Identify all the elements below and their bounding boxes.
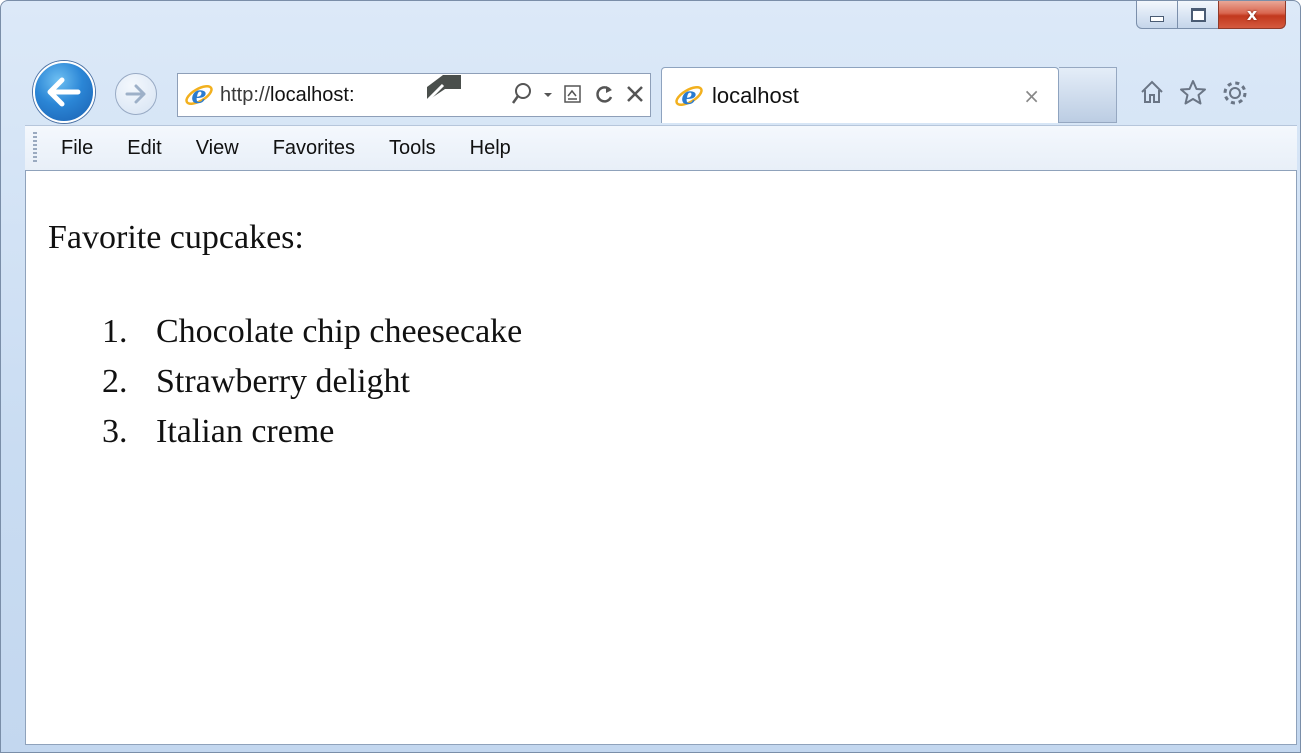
window-caption-buttons: x xyxy=(1136,1,1286,31)
menu-file[interactable]: File xyxy=(61,137,93,160)
gear-icon[interactable] xyxy=(1221,79,1249,107)
back-button[interactable] xyxy=(33,61,95,123)
favorites-star-icon[interactable] xyxy=(1179,79,1207,105)
search-icon[interactable] xyxy=(511,82,533,106)
forward-arrow-icon xyxy=(125,84,146,104)
menu-edit[interactable]: Edit xyxy=(127,137,161,160)
forward-button[interactable] xyxy=(115,73,157,115)
list-item: 3. Italian creme xyxy=(102,407,522,457)
address-bar-tools xyxy=(475,73,645,115)
svg-text:e: e xyxy=(681,81,696,110)
dropdown-arrow-icon[interactable] xyxy=(543,82,553,106)
browser-window: x e http://localhost: e localhost × File… xyxy=(0,0,1301,753)
page-content: Favorite cupcakes: 1. Chocolate chip chee… xyxy=(25,171,1297,745)
menu-favorites[interactable]: Favorites xyxy=(273,137,355,160)
list-item-number: 2. xyxy=(102,363,128,400)
stop-icon[interactable] xyxy=(625,82,645,106)
maximize-icon xyxy=(1190,7,1206,22)
page-heading: Favorite cupcakes: xyxy=(48,219,304,256)
pinned-site-icon xyxy=(421,75,461,107)
tab-ie-icon: e xyxy=(675,81,703,110)
list-item: 1. Chocolate chip cheesecake xyxy=(102,307,522,357)
refresh-icon[interactable] xyxy=(593,82,615,106)
menu-bar: File Edit View Favorites Tools Help xyxy=(25,125,1297,171)
close-icon: x xyxy=(1246,5,1258,24)
list-item-text: Italian creme xyxy=(156,413,335,450)
back-arrow-icon xyxy=(47,77,81,107)
list-item-text: Strawberry delight xyxy=(156,363,410,400)
list-item-number: 1. xyxy=(102,313,128,350)
browser-tool-icons xyxy=(1139,79,1249,107)
menu-help[interactable]: Help xyxy=(470,137,511,160)
new-tab-button[interactable] xyxy=(1059,67,1117,123)
menu-view[interactable]: View xyxy=(196,137,239,160)
tab-title: localhost xyxy=(712,82,799,108)
home-icon[interactable] xyxy=(1139,79,1165,105)
svg-text:e: e xyxy=(191,80,206,109)
tab-close-icon[interactable]: × xyxy=(1023,84,1040,108)
compatibility-view-icon[interactable] xyxy=(563,82,583,106)
tab-localhost[interactable]: e localhost × xyxy=(661,67,1059,123)
close-window-button[interactable]: x xyxy=(1218,1,1286,29)
minimize-button[interactable] xyxy=(1136,1,1178,29)
address-url[interactable]: http://localhost: xyxy=(220,84,404,107)
menu-bar-grip[interactable] xyxy=(33,132,37,164)
minimize-icon xyxy=(1150,15,1164,22)
url-prefix: http:// xyxy=(220,83,271,106)
menu-tools[interactable]: Tools xyxy=(389,137,436,160)
internet-explorer-icon: e xyxy=(185,80,213,109)
url-host: localhost: xyxy=(270,83,355,106)
list-item-text: Chocolate chip cheesecake xyxy=(156,313,523,350)
list-item: 2. Strawberry delight xyxy=(102,357,522,407)
maximize-button[interactable] xyxy=(1177,1,1219,29)
cupcake-list: 1. Chocolate chip cheesecake 2. Strawberry… xyxy=(102,307,522,457)
list-item-number: 3. xyxy=(102,413,128,450)
